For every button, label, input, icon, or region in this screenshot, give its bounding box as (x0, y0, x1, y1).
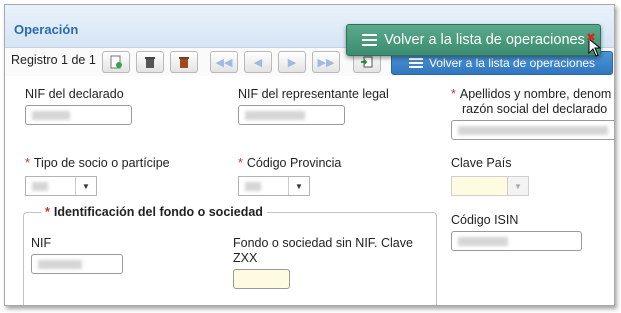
next-record-button[interactable]: ▶ (278, 51, 306, 73)
clave-pais-label: Clave País (451, 156, 512, 170)
new-document-icon (110, 55, 122, 69)
apellidos-label-line1: * Apellidos y nombre, denom (451, 87, 611, 102)
new-record-button[interactable] (102, 51, 130, 73)
record-counter: Registro 1 de 1 (11, 53, 96, 67)
nif-declarado-input[interactable] (25, 105, 132, 125)
nif-representante-input[interactable] (238, 105, 345, 125)
delete-record-button[interactable] (136, 51, 164, 73)
codigo-provincia-label-text: Código Provincia (246, 156, 342, 170)
chevron-down-icon: ▼ (507, 177, 528, 195)
fondo-label-line1: Fondo o sociedad sin NIF. Clave (233, 236, 413, 250)
first-page-icon: ◀◀ (215, 56, 233, 69)
codigo-provincia-label: * Código Provincia (238, 156, 341, 171)
nif-label: NIF (31, 236, 52, 250)
nif-input[interactable] (31, 254, 123, 274)
identificacion-legend: * Identificación del fondo o sociedad (41, 205, 267, 219)
masked-value (245, 182, 261, 191)
codigo-isin-label: Código ISIN (451, 213, 519, 227)
masked-value (32, 111, 70, 120)
required-mark: * (238, 156, 243, 170)
next-page-icon: ▶ (287, 56, 297, 69)
prev-record-button[interactable]: ◀ (244, 51, 272, 73)
fondo-input[interactable] (233, 269, 290, 289)
required-mark: * (45, 205, 50, 219)
codigo-isin-input[interactable] (451, 231, 582, 251)
list-icon (362, 34, 378, 46)
identificacion-legend-text: Identificación del fondo o sociedad (53, 205, 263, 219)
back-to-list-hover-label: Volver a la lista de operaciones (384, 32, 585, 48)
red-x-icon (587, 33, 595, 41)
last-page-icon: ▶▶ (317, 56, 335, 69)
back-to-list-label: Volver a la lista de operaciones (428, 56, 596, 70)
codigo-provincia-select[interactable]: ▼ (238, 176, 310, 196)
tipo-socio-label-text: Tipo de socio o partícipe (33, 156, 170, 170)
required-mark: * (451, 87, 456, 101)
apellidos-input[interactable] (451, 120, 614, 140)
first-record-button[interactable]: ◀◀ (210, 51, 238, 73)
nif-representante-label: NIF del representante legal (238, 87, 389, 101)
apellidos-label-line2: razón social del declarado (462, 102, 608, 116)
export-icon (361, 56, 373, 68)
apellidos-label-text: Apellidos y nombre, denom (459, 87, 612, 101)
trash-icon (145, 57, 155, 68)
prev-page-icon: ◀ (253, 56, 263, 69)
required-mark: * (25, 156, 30, 170)
delete-all-button[interactable] (170, 51, 198, 73)
last-record-button[interactable]: ▶▶ (312, 51, 340, 73)
clave-pais-select[interactable]: ▼ (451, 176, 529, 196)
section-title: Operación (14, 22, 79, 37)
masked-value (245, 111, 305, 120)
fondo-label-line2: ZXX (233, 251, 258, 265)
chevron-down-icon: ▼ (288, 177, 309, 195)
tipo-socio-select[interactable]: ▼ (25, 176, 97, 196)
masked-value (458, 237, 508, 246)
nif-declarado-label: NIF del declarado (25, 87, 124, 101)
chevron-down-icon: ▼ (75, 177, 96, 195)
masked-value (38, 260, 82, 269)
masked-value (458, 126, 608, 135)
clave-pais-value (452, 177, 508, 195)
tipo-socio-label: * Tipo de socio o partícipe (25, 156, 170, 171)
masked-value (32, 182, 48, 191)
list-icon (408, 57, 423, 69)
back-to-list-button-hover[interactable]: Volver a la lista de operaciones (346, 24, 601, 56)
trash-red-icon (179, 57, 189, 68)
